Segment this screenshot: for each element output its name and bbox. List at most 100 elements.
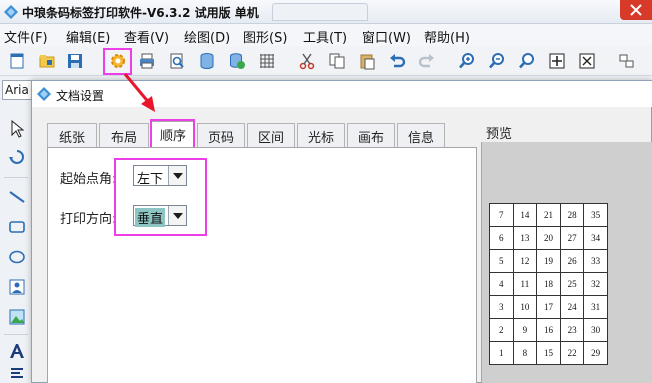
preview-grid-cell: 15 <box>536 341 561 365</box>
format-text-icon[interactable] <box>8 366 26 383</box>
preview-grid-cell: 16 <box>536 318 561 342</box>
sidebar-divider <box>4 177 28 178</box>
dialog-logo-icon <box>37 87 51 101</box>
chevron-down-icon[interactable] <box>168 166 186 185</box>
window-close-button[interactable] <box>620 0 652 20</box>
print-icon[interactable] <box>138 52 156 70</box>
preview-grid-cell: 13 <box>512 226 538 250</box>
preview-grid-cell: 22 <box>559 341 585 365</box>
database-icon[interactable] <box>198 52 216 70</box>
preview-grid-cell: 23 <box>559 318 585 342</box>
print-direction-select[interactable]: 垂直 <box>133 205 187 227</box>
preview-grid-row: 3 10 17 24 31 <box>489 295 608 319</box>
fit-width-icon[interactable] <box>548 52 566 70</box>
copy-icon[interactable] <box>328 52 346 70</box>
title-bar: 中琅条码标签打印软件-V6.3.2 试用版 单机 <box>0 0 652 24</box>
menu-view[interactable]: 查看(V) <box>124 27 169 46</box>
tab-page-number[interactable]: 页码 <box>197 123 245 147</box>
undo-icon[interactable] <box>388 52 406 70</box>
background-tab <box>272 3 368 21</box>
rotate-icon[interactable] <box>8 148 26 166</box>
tab-paper[interactable]: 纸张 <box>47 123 97 147</box>
start-corner-select[interactable]: 左下 <box>133 165 187 187</box>
print-preview-icon[interactable] <box>168 52 186 70</box>
preview-grid-row: 7 14 21 28 35 <box>489 203 608 227</box>
preview-grid-cell: 5 <box>489 249 514 273</box>
menu-tools[interactable]: 工具(T) <box>303 27 347 46</box>
preview-grid-cell: 4 <box>489 272 514 296</box>
tab-layout[interactable]: 布局 <box>99 123 149 147</box>
preview-grid-cell: 14 <box>512 203 538 227</box>
preview-grid-cell: 11 <box>512 272 538 296</box>
paste-icon[interactable] <box>358 52 376 70</box>
tab-order[interactable]: 顺序 <box>151 121 195 148</box>
open-folder-icon[interactable] <box>38 52 56 70</box>
dialog-title-bar: 文档设置 <box>32 81 652 107</box>
sidebar-divider <box>4 334 28 335</box>
start-corner-label: 起始点角: <box>60 172 117 187</box>
preview-panel: 7 14 21 28 35 6 13 20 27 34 5 12 19 26 33 4 11 18 25 32 3 10 1… <box>481 142 652 383</box>
order-settings-panel: 起始点角: 左下 打印方向: 垂直 <box>47 147 477 383</box>
chevron-down-icon[interactable] <box>168 206 186 225</box>
print-direction-label: 打印方向: <box>60 212 117 227</box>
save-icon[interactable] <box>66 52 84 70</box>
text-icon[interactable] <box>8 342 26 360</box>
database-add-icon[interactable] <box>228 52 246 70</box>
preview-grid-row: 5 12 19 26 33 <box>489 249 608 273</box>
tab-canvas[interactable]: 画布 <box>347 123 395 147</box>
zoom-fit-icon[interactable] <box>518 52 536 70</box>
preview-grid-cell: 32 <box>583 272 608 296</box>
new-document-icon[interactable] <box>8 52 26 70</box>
fit-page-icon[interactable] <box>578 52 596 70</box>
preview-grid-row: 1 8 15 22 29 <box>489 341 608 365</box>
preview-grid-cell: 7 <box>489 203 514 227</box>
ellipse-icon[interactable] <box>8 248 26 266</box>
preview-grid-cell: 34 <box>583 226 608 250</box>
app-logo-icon <box>4 5 18 19</box>
menu-help[interactable]: 帮助(H) <box>424 27 470 46</box>
toolbar <box>0 46 652 76</box>
document-settings-dialog: 文档设置 纸张 布局 顺序 页码 区间 光标 画布 信息 起始点角: 左下 打印… <box>31 80 652 383</box>
preview-grid-row: 4 11 18 25 32 <box>489 272 608 296</box>
preview-grid-cell: 8 <box>512 341 538 365</box>
preview-grid-cell: 24 <box>559 295 585 319</box>
preview-grid-cell: 17 <box>536 295 561 319</box>
menu-draw[interactable]: 绘图(D) <box>184 27 230 46</box>
drawing-tools-sidebar <box>0 104 32 383</box>
menu-bar: 文件(F) 编辑(E) 查看(V) 绘图(D) 图形(S) 工具(T) 窗口(W… <box>0 24 652 46</box>
preview-grid-cell: 10 <box>512 295 538 319</box>
redo-icon[interactable] <box>418 52 436 70</box>
tab-range[interactable]: 区间 <box>247 123 295 147</box>
menu-shape[interactable]: 图形(S) <box>243 27 287 46</box>
preview-grid-cell: 31 <box>583 295 608 319</box>
zoom-in-icon[interactable] <box>458 52 476 70</box>
preview-grid: 7 14 21 28 35 6 13 20 27 34 5 12 19 26 33 4 11 18 25 32 3 10 1… <box>489 203 608 365</box>
rectangle-icon[interactable] <box>8 218 26 236</box>
preview-grid-cell: 12 <box>512 249 538 273</box>
tile-icon[interactable] <box>618 52 636 70</box>
picture-icon[interactable] <box>8 308 26 326</box>
menu-window[interactable]: 窗口(W) <box>362 27 411 46</box>
grid-icon[interactable] <box>258 52 276 70</box>
tab-info[interactable]: 信息 <box>397 123 445 147</box>
preview-grid-cell: 29 <box>583 341 608 365</box>
preview-grid-cell: 3 <box>489 295 514 319</box>
preview-grid-cell: 26 <box>559 249 585 273</box>
cut-icon[interactable] <box>298 52 316 70</box>
tab-cursor[interactable]: 光标 <box>297 123 345 147</box>
preview-grid-row: 2 9 16 23 30 <box>489 318 608 342</box>
font-family-select[interactable]: Aria <box>2 80 32 100</box>
preview-grid-cell: 21 <box>536 203 561 227</box>
dialog-title: 文档设置 <box>56 89 105 103</box>
close-icon <box>630 4 642 16</box>
preview-grid-cell: 28 <box>559 203 585 227</box>
image-icon[interactable] <box>8 278 26 296</box>
menu-file[interactable]: 文件(F) <box>4 27 48 46</box>
menu-edit[interactable]: 编辑(E) <box>66 27 110 46</box>
select-arrow-icon[interactable] <box>8 120 26 138</box>
line-icon[interactable] <box>8 188 26 206</box>
preview-grid-cell: 35 <box>583 203 608 227</box>
zoom-out-icon[interactable] <box>488 52 506 70</box>
preview-grid-cell: 9 <box>512 318 538 342</box>
preview-grid-cell: 25 <box>559 272 585 296</box>
